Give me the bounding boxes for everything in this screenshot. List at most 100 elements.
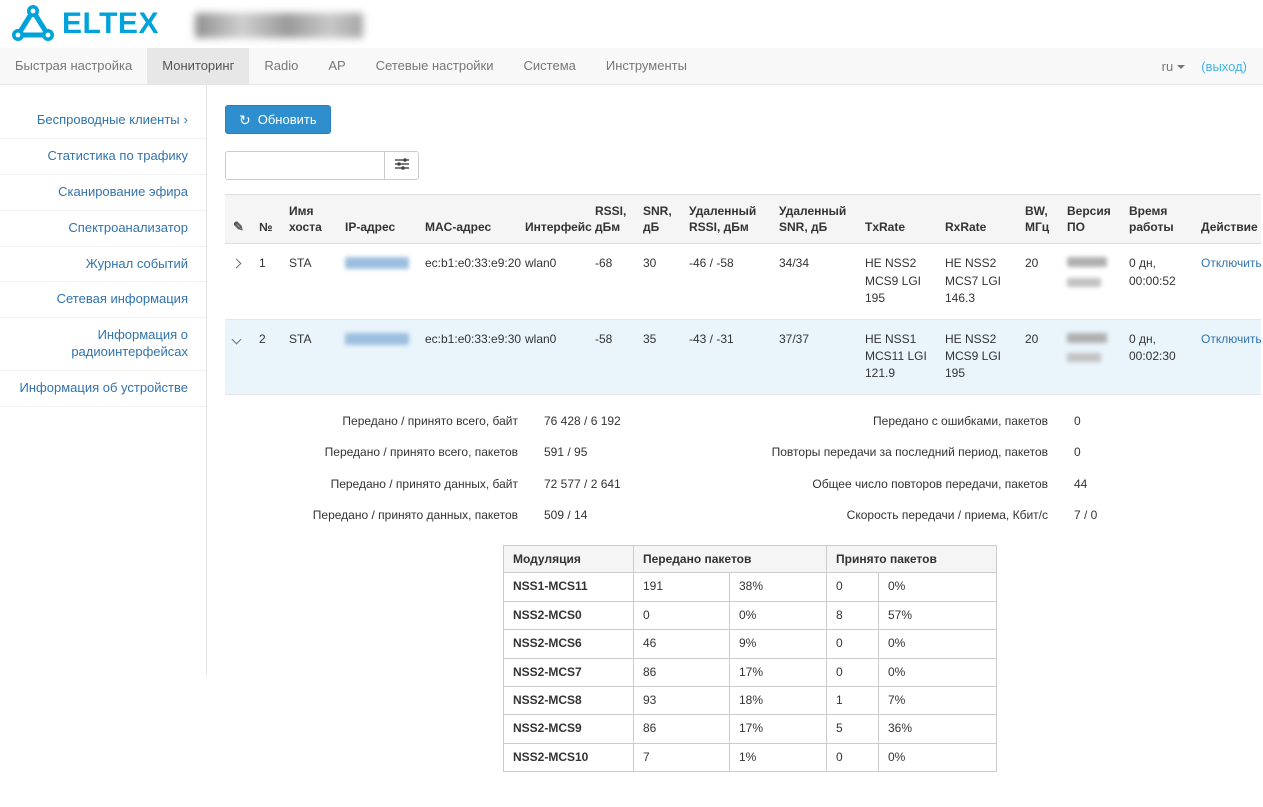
rx-packets: 0 — [827, 630, 879, 658]
sidebar-item-network-info[interactable]: Сетевая информация — [0, 282, 206, 318]
col-header-hostname: Имя хоста — [281, 195, 337, 244]
sidebar-item-device-info[interactable]: Информация об устройстве — [0, 371, 206, 407]
tx-percent: 17% — [730, 715, 827, 743]
tx-percent: 1% — [730, 743, 827, 771]
sidebar-item-traffic-stats[interactable]: Статистика по трафику — [0, 139, 206, 175]
rx-packets: 0 — [827, 658, 879, 686]
cell-action: Отключить — [1193, 244, 1261, 319]
cell-mac: ec:b1:e0:33:e9:20 — [417, 244, 517, 319]
modulation-name: NSS2-MCS8 — [504, 687, 634, 715]
nav-item-system[interactable]: Система — [509, 48, 591, 84]
col-header-mac: MAC-адрес — [417, 195, 517, 244]
stat-label: Передано с ошибками, пакетов — [763, 413, 1048, 430]
modulation-header-row: Модуляция Передано пакетов Принято пакет… — [504, 546, 997, 573]
sidebar-item-spectrum-analyzer[interactable]: Спектроанализатор — [0, 211, 206, 247]
cell-remote-snr: 37/37 — [771, 319, 857, 394]
row-expander[interactable] — [225, 319, 251, 394]
modulation-row: NSS1-MCS11 191 38% 0 0% — [504, 573, 997, 601]
nav-item-radio[interactable]: Radio — [249, 48, 313, 84]
tx-packets: 7 — [634, 743, 730, 771]
cell-interface: wlan0 — [517, 319, 587, 394]
eltex-logo: ELTEX — [10, 4, 159, 45]
nav-item-tools[interactable]: Инструменты — [591, 48, 702, 84]
refresh-button[interactable]: ↻ Обновить — [225, 105, 331, 134]
cell-rxrate: HE NSS2 MCS7 LGI 146.3 — [937, 244, 1017, 319]
client-stats-right: Передано с ошибками, пакетов0 Повторы пе… — [763, 406, 1253, 532]
tx-percent: 38% — [730, 573, 827, 601]
language-dropdown[interactable]: ru — [1162, 59, 1186, 74]
stat-value: 591 / 95 — [518, 444, 587, 461]
caret-down-icon — [1177, 65, 1185, 69]
rx-packets: 5 — [827, 715, 879, 743]
search-input[interactable] — [225, 151, 385, 180]
redacted-fw-build — [1067, 278, 1101, 287]
chevron-down-icon — [232, 334, 242, 344]
stat-pair: Передано / принято всего, пакетов591 / 9… — [233, 437, 723, 468]
col-header-modulation: Модуляция — [504, 546, 634, 573]
sidebar-item-event-log[interactable]: Журнал событий — [0, 247, 206, 283]
cell-fw-version — [1059, 244, 1121, 319]
cell-action: Отключить — [1193, 319, 1261, 394]
modulation-row: NSS2-MCS0 0 0% 8 57% — [504, 601, 997, 629]
nav-item-network-settings[interactable]: Сетевые настройки — [361, 48, 509, 84]
disconnect-link[interactable]: Отключить — [1201, 332, 1262, 346]
disconnect-link[interactable]: Отключить — [1201, 256, 1262, 270]
tx-packets: 86 — [634, 658, 730, 686]
stat-pair: Передано / принято всего, байт76 428 / 6… — [233, 406, 723, 437]
stat-pair: Общее число повторов передачи, пакетов44 — [763, 469, 1253, 500]
clients-table-header-row: ✎ № Имя хоста IP-адрес MAC-адрес Интерфе… — [225, 195, 1261, 244]
stat-label: Передано / принято данных, байт — [233, 476, 518, 493]
logout-link[interactable]: (выход) — [1201, 59, 1247, 74]
col-header-ip: IP-адрес — [337, 195, 417, 244]
redacted-fw-version — [1067, 333, 1107, 343]
rx-percent: 0% — [879, 573, 997, 601]
redacted-ip-address — [345, 257, 409, 269]
tx-packets: 86 — [634, 715, 730, 743]
tx-packets: 0 — [634, 601, 730, 629]
filter-button[interactable] — [385, 151, 419, 180]
stat-label: Передано / принято данных, пакетов — [233, 507, 518, 524]
stat-label: Передано / принято всего, пакетов — [233, 444, 518, 461]
nav-item-quick-setup[interactable]: Быстрая настройка — [0, 48, 147, 84]
cell-number: 2 — [251, 319, 281, 394]
client-stats-left: Передано / принято всего, байт76 428 / 6… — [233, 406, 723, 532]
nav-item-monitoring[interactable]: Мониторинг — [147, 48, 249, 84]
row-expander[interactable] — [225, 244, 251, 319]
client-row-1[interactable]: 1 STA ec:b1:e0:33:e9:20 wlan0 -68 30 -46… — [225, 244, 1261, 319]
col-header-uptime: Время работы — [1121, 195, 1193, 244]
chevron-right-icon — [232, 259, 242, 269]
main-content: ↻ Обновить — [207, 85, 1263, 807]
cell-ip — [337, 244, 417, 319]
tx-percent: 17% — [730, 658, 827, 686]
client-row-2[interactable]: 2 STA ec:b1:e0:33:e9:30 wlan0 -58 35 -43… — [225, 319, 1261, 394]
rx-percent: 57% — [879, 601, 997, 629]
client-stats: Передано / принято всего, байт76 428 / 6… — [233, 406, 1253, 532]
cell-remote-rssi: -46 / -58 — [681, 244, 771, 319]
cell-mac: ec:b1:e0:33:e9:30 — [417, 319, 517, 394]
sidebar-item-radio-interfaces-info[interactable]: Информация о радиоинтерфейсах — [0, 318, 206, 371]
edit-pencil-icon: ✎ — [233, 219, 244, 234]
refresh-label: Обновить — [258, 112, 317, 127]
cell-number: 1 — [251, 244, 281, 319]
client-details-row: Передано / принято всего, байт76 428 / 6… — [225, 394, 1261, 787]
cell-fw-version — [1059, 319, 1121, 394]
tx-percent: 9% — [730, 630, 827, 658]
col-header-remote-snr: Удаленный SNR, дБ — [771, 195, 857, 244]
cell-snr: 35 — [635, 319, 681, 394]
modulation-name: NSS2-MCS0 — [504, 601, 634, 629]
cell-bw: 20 — [1017, 244, 1059, 319]
col-header-snr: SNR, дБ — [635, 195, 681, 244]
redacted-device-title — [195, 13, 363, 38]
rx-packets: 0 — [827, 743, 879, 771]
modulation-name: NSS1-MCS11 — [504, 573, 634, 601]
sidebar-item-wireless-clients[interactable]: Беспроводные клиенты› — [0, 103, 206, 139]
stat-pair: Повторы передачи за последний период, па… — [763, 437, 1253, 468]
sidebar-item-air-scan[interactable]: Сканирование эфира — [0, 175, 206, 211]
nav-item-ap[interactable]: AP — [313, 48, 360, 84]
main-nav: Быстрая настройка Мониторинг Radio AP Се… — [0, 48, 1263, 85]
stat-pair: Передано с ошибками, пакетов0 — [763, 406, 1253, 437]
stat-label: Общее число повторов передачи, пакетов — [763, 476, 1048, 493]
stat-value: 44 — [1048, 476, 1087, 493]
stat-value: 0 — [1048, 444, 1081, 461]
modulation-name: NSS2-MCS7 — [504, 658, 634, 686]
